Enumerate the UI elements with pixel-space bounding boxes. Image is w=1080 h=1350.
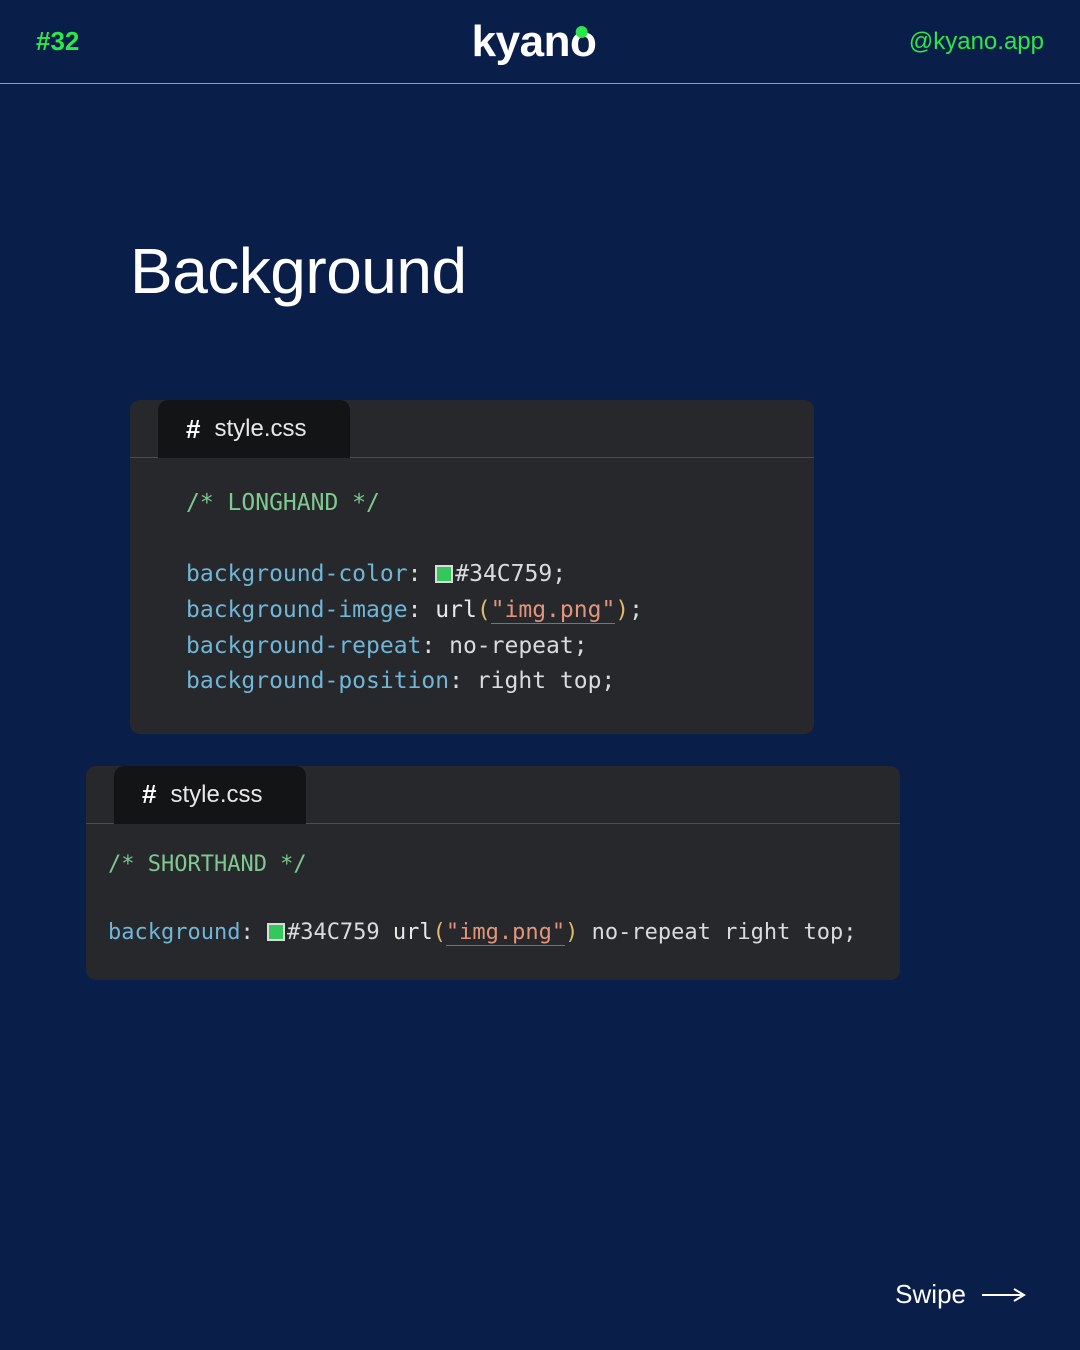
logo: kyano: [472, 17, 609, 67]
code-token: (: [433, 920, 446, 945]
main-content: Background # style.css /* LONGHAND */ ba…: [0, 84, 1080, 980]
logo-text: kyano: [472, 17, 597, 67]
tab-bar: # style.css: [86, 766, 900, 824]
code-token: url: [435, 597, 477, 623]
code-token: ): [615, 597, 629, 623]
slide-number: #32: [36, 26, 79, 57]
color-swatch-icon: [267, 923, 285, 941]
code-comment: /* LONGHAND */: [186, 490, 380, 516]
code-token: (: [477, 597, 491, 623]
file-name: style.css: [214, 415, 306, 443]
code-block-shorthand: # style.css /* SHORTHAND */ background: …: [86, 766, 900, 980]
social-handle: @kyano.app: [909, 28, 1044, 56]
code-token: :: [408, 597, 436, 623]
logo-dot-icon: [575, 26, 587, 38]
swipe-hint: Swipe: [895, 1279, 1026, 1310]
code-token: : no-repeat;: [421, 633, 587, 659]
hash-icon: #: [186, 414, 200, 445]
code-token: "img.png": [446, 920, 565, 946]
page-title: Background: [130, 234, 950, 308]
code-token: : right top;: [449, 668, 615, 694]
color-swatch-icon: [435, 565, 453, 583]
hash-icon: #: [142, 779, 156, 810]
code-token: "img.png": [491, 597, 616, 624]
swipe-label: Swipe: [895, 1279, 966, 1310]
code-token: background-repeat: [186, 633, 421, 659]
code-token: ;: [629, 597, 643, 623]
code-token: no-repeat right top;: [578, 920, 856, 945]
code-token: background-position: [186, 668, 449, 694]
arrow-right-icon: [982, 1288, 1026, 1302]
tab-bar: # style.css: [130, 400, 814, 458]
code-token: background-image: [186, 597, 408, 623]
code-token: #34C759: [287, 920, 393, 945]
code-block-longhand: # style.css /* LONGHAND */ background-co…: [130, 400, 814, 734]
code-body: /* SHORTHAND */ background: #34C759 url(…: [86, 824, 900, 980]
code-token: background: [108, 920, 240, 945]
code-comment: /* SHORTHAND */: [108, 852, 307, 877]
code-token: url: [393, 920, 433, 945]
code-token: #34C759;: [455, 561, 566, 587]
header: #32 kyano @kyano.app: [0, 0, 1080, 84]
code-body: /* LONGHAND */ background-color: #34C759…: [130, 458, 814, 734]
code-token: background-color: [186, 561, 408, 587]
code-token: :: [240, 920, 267, 945]
file-tab: # style.css: [158, 400, 350, 458]
file-name: style.css: [170, 781, 262, 809]
file-tab: # style.css: [114, 766, 306, 824]
code-token: :: [408, 561, 436, 587]
code-token: ): [565, 920, 578, 945]
